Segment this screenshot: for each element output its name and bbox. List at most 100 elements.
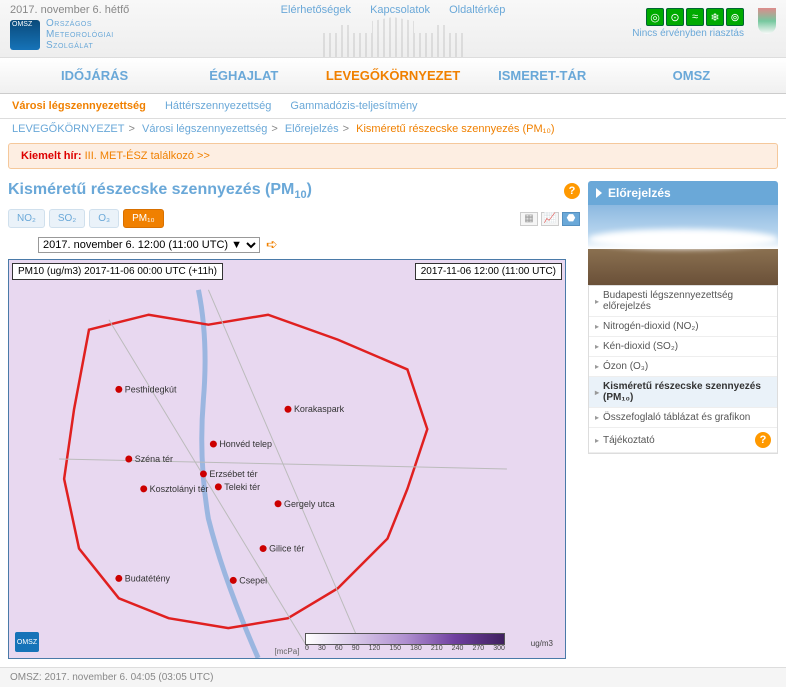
view-chart-icon[interactable]: 📈 xyxy=(541,212,559,226)
help-icon[interactable]: ? xyxy=(564,183,580,199)
nav-air[interactable]: LEVEGŐKÖRNYEZET xyxy=(318,58,467,93)
legend-ticks: 0306090120150180210240270300 xyxy=(305,645,505,652)
pill-no2[interactable]: NO₂ xyxy=(8,209,45,228)
logo-badge-icon xyxy=(10,20,40,50)
city-marker[interactable]: Gergely utca xyxy=(275,499,335,509)
sidebar-list: ▸Budapesti légszennyezettség előrejelzés… xyxy=(588,285,778,454)
chevron-right-icon: ▸ xyxy=(595,322,599,331)
sidebar-image xyxy=(588,205,778,285)
view-switch: ▦ 📈 ⬣ xyxy=(520,212,580,226)
legend-unit: ug/m3 xyxy=(531,639,553,648)
crumb-3[interactable]: Előrejelzés xyxy=(285,123,339,135)
view-table-icon[interactable]: ▦ xyxy=(520,212,538,226)
map-credit: [mcPa] xyxy=(275,647,300,656)
svg-text:Pesthidegkút: Pesthidegkút xyxy=(125,385,177,395)
map-legend: 0306090120150180210240270300 xyxy=(305,633,505,652)
svg-text:Budatétény: Budatétény xyxy=(125,574,171,584)
alert-area: ◎ ⊙ ≈ ❄ ⊚ Nincs érvényben riasztás xyxy=(632,8,776,39)
footer-timestamp: OMSZ: 2017. november 6. 04:05 (03:05 UTC… xyxy=(0,667,786,687)
map-label-left: PM10 (ug/m3) 2017-11-06 00:00 UTC (+11h) xyxy=(12,263,223,280)
highlight-label: Kiemelt hír: xyxy=(21,150,82,162)
breadcrumb: LEVEGŐKÖRNYEZET> Városi légszennyezettsé… xyxy=(0,119,786,139)
alert-icon-2[interactable]: ⊙ xyxy=(666,8,684,26)
chevron-right-icon: ▸ xyxy=(595,362,599,371)
chevron-right-icon: ▸ xyxy=(595,413,599,422)
alert-text[interactable]: Nincs érvényben riasztás xyxy=(632,28,744,39)
map-label-right: 2017-11-06 12:00 (11:00 UTC) xyxy=(415,263,562,280)
svg-text:Széna tér: Széna tér xyxy=(135,454,173,464)
top-links: Elérhetőségek Kapcsolatok Oldaltérkép xyxy=(273,4,514,16)
sidebar-item[interactable]: ▸Nitrogén-dioxid (NO₂) xyxy=(589,317,777,337)
next-time-button[interactable]: ➪ xyxy=(266,236,278,253)
link-contacts[interactable]: Elérhetőségek xyxy=(281,4,351,16)
top-bar: 2017. november 6. hétfő Elérhetőségek Ka… xyxy=(0,0,786,58)
sidebar-item[interactable]: ▸Tájékoztató? xyxy=(589,428,777,453)
svg-text:Teleki tér: Teleki tér xyxy=(224,482,260,492)
subnav-background[interactable]: Háttérszennyezettség xyxy=(165,100,271,112)
highlight-bar: Kiemelt hír: III. MET-ÉSZ találkozó >> xyxy=(8,143,778,169)
crumb-1[interactable]: LEVEGŐKÖRNYEZET xyxy=(12,123,124,135)
time-row: 2017. november 6. 12:00 (11:00 UTC) ▼ ➪ xyxy=(8,236,580,253)
alert-icon-3[interactable]: ≈ xyxy=(686,8,704,26)
nav-knowledge[interactable]: ISMERET-TÁR xyxy=(468,58,617,93)
building-decoration xyxy=(323,17,463,57)
map-logo-icon: OMSZ xyxy=(15,632,39,652)
svg-text:Gilice tér: Gilice tér xyxy=(269,544,304,554)
org-name: Országos Meteorológiai Szolgálat xyxy=(46,18,114,51)
svg-text:Erzsébet tér: Erzsébet tér xyxy=(209,469,257,479)
map-svg: Pesthidegkút Korakaspark Honvéd telep Széna… xyxy=(9,260,565,658)
sidebar-item[interactable]: ▸Budapesti légszennyezettség előrejelzés xyxy=(589,286,777,317)
legend-gradient xyxy=(305,633,505,645)
help-icon[interactable]: ? xyxy=(755,432,771,448)
subnav-urban[interactable]: Városi légszennyezettség xyxy=(12,100,146,112)
main-nav: IDŐJÁRÁS ÉGHAJLAT LEVEGŐKÖRNYEZET ISMERE… xyxy=(0,58,786,94)
main-column: Kisméretű részecske szennyezés (PM10) ? … xyxy=(8,181,580,659)
svg-text:Korakaspark: Korakaspark xyxy=(294,404,345,414)
pill-o3[interactable]: O₃ xyxy=(89,209,119,228)
coat-of-arms-icon xyxy=(758,8,776,34)
city-marker[interactable]: Kosztolányi tér xyxy=(140,484,208,494)
page-title: Kisméretű részecske szennyezés (PM10) xyxy=(8,181,312,201)
city-marker[interactable]: Honvéd telep xyxy=(210,439,272,449)
alert-icon-5[interactable]: ⊚ xyxy=(726,8,744,26)
map-container[interactable]: PM10 (ug/m3) 2017-11-06 00:00 UTC (+11h)… xyxy=(8,259,566,659)
city-marker[interactable]: Pesthidegkút xyxy=(115,385,177,395)
sidebar-heading: Előrejelzés xyxy=(588,181,778,205)
logo-area[interactable]: Országos Meteorológiai Szolgálat xyxy=(10,18,114,51)
alert-icons[interactable]: ◎ ⊙ ≈ ❄ ⊚ xyxy=(632,8,744,26)
sidebar-item[interactable]: ▸Ózon (O₃) xyxy=(589,357,777,377)
chevron-right-icon: ▸ xyxy=(595,436,599,445)
sidebar: Előrejelzés ▸Budapesti légszennyezettség… xyxy=(588,181,778,454)
view-map-icon[interactable]: ⬣ xyxy=(562,212,580,226)
link-sitemap[interactable]: Oldaltérkép xyxy=(449,4,505,16)
link-connections[interactable]: Kapcsolatok xyxy=(370,4,430,16)
svg-text:Csepel: Csepel xyxy=(239,576,267,586)
pill-so2[interactable]: SO₂ xyxy=(49,209,85,228)
nav-weather[interactable]: IDŐJÁRÁS xyxy=(20,58,169,93)
subnav-gamma[interactable]: Gammadózis-teljesítmény xyxy=(290,100,417,112)
pill-pm10[interactable]: PM₁₀ xyxy=(123,209,164,228)
svg-text:Honvéd telep: Honvéd telep xyxy=(219,439,272,449)
chevron-right-icon: ▸ xyxy=(595,342,599,351)
sidebar-item[interactable]: ▸Kén-dioxid (SO₂) xyxy=(589,337,777,357)
sidebar-item[interactable]: ▸Összefoglaló táblázat és grafikon xyxy=(589,408,777,428)
triangle-icon xyxy=(596,188,602,198)
current-date: 2017. november 6. hétfő xyxy=(10,4,129,16)
alert-icon-1[interactable]: ◎ xyxy=(646,8,664,26)
svg-text:Kosztolányi tér: Kosztolányi tér xyxy=(150,484,209,494)
pollutant-tabs: NO₂ SO₂ O₃ PM₁₀ ▦ 📈 ⬣ xyxy=(8,209,580,228)
sidebar-item[interactable]: ▸Kisméretű részecske szennyezés (PM₁₀) xyxy=(589,377,777,408)
highlight-link[interactable]: III. MET-ÉSZ találkozó >> xyxy=(85,150,210,162)
alert-icon-4[interactable]: ❄ xyxy=(706,8,724,26)
time-select[interactable]: 2017. november 6. 12:00 (11:00 UTC) ▼ xyxy=(38,237,260,253)
city-marker[interactable]: Korakaspark xyxy=(285,404,345,414)
crumb-last: Kisméretű részecske szennyezés (PM₁₀) xyxy=(356,123,554,135)
chevron-right-icon: ▸ xyxy=(595,297,599,306)
nav-omsz[interactable]: OMSZ xyxy=(617,58,766,93)
sub-nav: Városi légszennyezettség Háttérszennyeze… xyxy=(0,94,786,119)
crumb-2[interactable]: Városi légszennyezettség xyxy=(142,123,267,135)
chevron-right-icon: ▸ xyxy=(595,388,599,397)
city-marker[interactable]: Erzsébet tér xyxy=(200,469,258,479)
svg-text:Gergely utca: Gergely utca xyxy=(284,499,335,509)
nav-climate[interactable]: ÉGHAJLAT xyxy=(169,58,318,93)
